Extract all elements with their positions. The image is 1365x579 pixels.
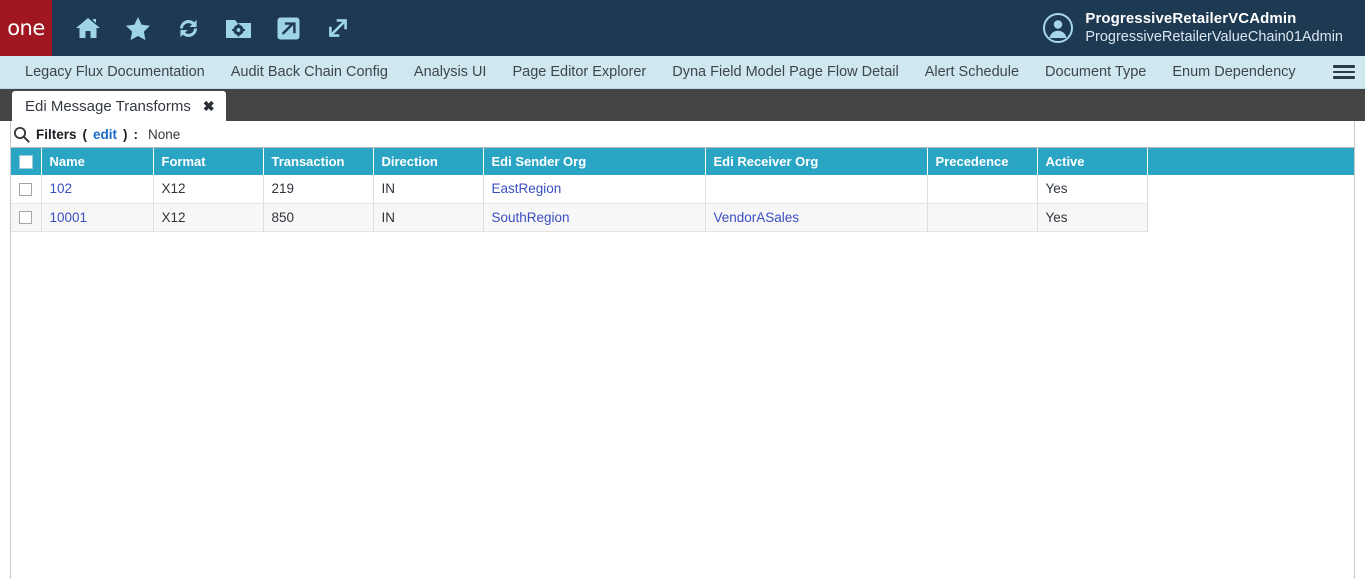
nav-item-analysis-ui[interactable]: Analysis UI [401,56,500,88]
search-icon [13,126,30,143]
table-body: 102 X12 219 IN EastRegion Yes 10001 X12 [11,175,1354,232]
cell-format: X12 [153,175,264,204]
column-header-active[interactable]: Active [1037,148,1148,175]
nav-item-list: Legacy Flux Documentation Audit Back Cha… [0,56,1309,88]
table-row[interactable]: 102 X12 219 IN EastRegion Yes [11,175,1354,204]
cell-precedence [927,203,1038,232]
user-name-block: ProgressiveRetailerVCAdmin ProgressiveRe… [1085,10,1343,47]
cell-active: Yes [1037,203,1148,232]
cell-transaction: 850 [263,203,374,232]
star-icon[interactable] [118,8,158,48]
tab-label: Edi Message Transforms [25,97,191,115]
hamburger-menu-icon[interactable] [1333,63,1355,81]
column-header-edi-receiver-org[interactable]: Edi Receiver Org [705,148,928,175]
top-bar-icon-group [52,8,358,48]
nav-item-audit-back-chain-config[interactable]: Audit Back Chain Config [218,56,401,88]
avatar [1043,13,1074,43]
row-name-link[interactable]: 10001 [50,210,88,225]
refresh-icon[interactable] [168,8,208,48]
select-all-checkbox[interactable] [18,155,33,170]
cell-edi-sender-org[interactable]: EastRegion [483,175,706,204]
column-header-format[interactable]: Format [153,148,264,175]
column-header-edi-sender-org[interactable]: Edi Sender Org [483,148,706,175]
column-header-transaction[interactable]: Transaction [263,148,374,175]
cell-name[interactable]: 102 [41,175,154,204]
column-header-filler [1147,148,1354,175]
cell-filler [1147,175,1354,203]
filter-bar: Filters ( edit ) : None [11,121,1354,147]
main-navigation-bar: Legacy Flux Documentation Audit Back Cha… [0,56,1365,89]
app-logo-text: one [7,16,45,40]
row-select-cell[interactable] [11,175,42,204]
content-panel: Filters ( edit ) : None Name Format Tran… [10,121,1355,579]
column-header-direction[interactable]: Direction [373,148,484,175]
filters-colon: : [133,126,139,142]
user-display-name: ProgressiveRetailerVCAdmin [1085,9,1297,27]
table-row[interactable]: 10001 X12 850 IN SouthRegion VendorASale… [11,203,1354,232]
cell-edi-receiver-org[interactable]: VendorASales [705,203,928,232]
open-external-icon[interactable] [268,8,308,48]
filters-value: None [148,126,181,142]
cell-name[interactable]: 10001 [41,203,154,232]
cell-active: Yes [1037,175,1148,204]
nav-item-dyna-field-model-page-flow-detail[interactable]: Dyna Field Model Page Flow Detail [659,56,911,88]
table-container[interactable]: Name Format Transaction Direction Edi Se… [11,147,1354,579]
nav-item-page-editor-explorer[interactable]: Page Editor Explorer [499,56,659,88]
expand-icon[interactable] [318,8,358,48]
filters-paren-close: ) [123,126,128,142]
filters-edit-link[interactable]: edit [93,127,117,142]
row-checkbox[interactable] [19,183,33,197]
cell-edi-receiver-org[interactable] [705,175,928,204]
select-all-header[interactable] [11,148,42,175]
table-header-row: Name Format Transaction Direction Edi Se… [11,148,1354,175]
home-icon[interactable] [68,8,108,48]
filters-label: Filters [36,126,77,142]
column-header-name[interactable]: Name [41,148,154,175]
cell-direction: IN [373,175,484,204]
nav-item-legacy-flux-documentation[interactable]: Legacy Flux Documentation [12,56,218,88]
nav-item-alert-schedule[interactable]: Alert Schedule [912,56,1032,88]
user-info[interactable]: ProgressiveRetailerVCAdmin ProgressiveRe… [1043,0,1343,56]
row-checkbox[interactable] [19,211,33,225]
close-icon[interactable]: ✖ [203,99,215,113]
cell-direction: IN [373,203,484,232]
row-name-link[interactable]: 102 [50,181,73,196]
cell-precedence [927,175,1038,204]
cell-edi-sender-org[interactable]: SouthRegion [483,203,706,232]
top-bar: one ProgressiveRetailerVCAdmin Progressi… [0,0,1365,56]
row-select-cell[interactable] [11,203,42,232]
receiver-org-link[interactable]: VendorASales [714,210,800,225]
cell-filler [1147,203,1354,231]
tab-edi-message-transforms[interactable]: Edi Message Transforms ✖ [12,91,226,121]
column-header-precedence[interactable]: Precedence [927,148,1038,175]
edi-message-transforms-table: Name Format Transaction Direction Edi Se… [11,148,1354,232]
sender-org-link[interactable]: EastRegion [492,181,562,196]
app-logo[interactable]: one [0,0,52,56]
cell-format: X12 [153,203,264,232]
filters-paren-open: ( [82,126,88,142]
nav-item-enum-dependency[interactable]: Enum Dependency [1159,56,1308,88]
sender-org-link[interactable]: SouthRegion [492,210,570,225]
user-org-name: ProgressiveRetailerValueChain01Admin [1085,29,1343,46]
tab-strip: Edi Message Transforms ✖ [0,89,1365,121]
cell-transaction: 219 [263,175,374,204]
folder-settings-icon[interactable] [218,8,258,48]
nav-item-document-type[interactable]: Document Type [1032,56,1159,88]
